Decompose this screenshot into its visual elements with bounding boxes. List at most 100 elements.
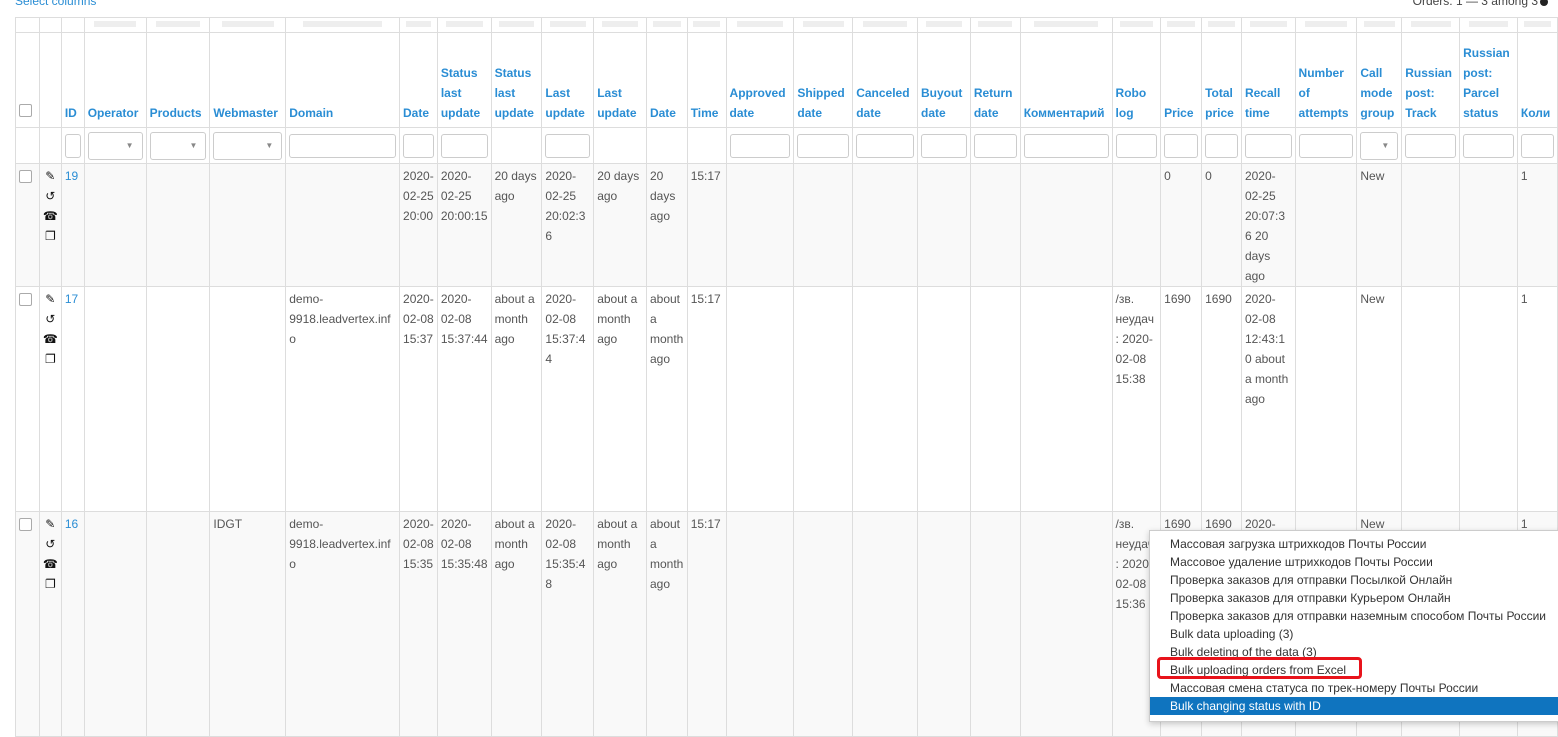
drag-handle-icon[interactable] bbox=[1410, 21, 1451, 27]
drag-handle-icon[interactable] bbox=[862, 21, 908, 27]
column-grip-return_date[interactable] bbox=[969, 17, 1021, 33]
drag-handle-icon[interactable] bbox=[601, 21, 639, 27]
filter-input-attempts[interactable] bbox=[1298, 133, 1354, 158]
column-header-buyout_date[interactable]: Buyout date bbox=[917, 32, 971, 128]
phone-icon[interactable]: ☎ bbox=[43, 206, 58, 226]
row-checkbox[interactable] bbox=[19, 518, 32, 531]
drag-handle-icon[interactable] bbox=[978, 21, 1013, 27]
column-grip-approved_date[interactable] bbox=[725, 17, 795, 33]
drag-handle-icon[interactable] bbox=[405, 21, 432, 27]
column-header-domain[interactable]: Domain bbox=[285, 32, 401, 128]
column-header-shipped_date[interactable]: Shipped date bbox=[793, 32, 854, 128]
menu-item[interactable]: Проверка заказов для отправки Посылкой О… bbox=[1150, 571, 1558, 589]
menu-item[interactable]: Массовая смена статуса по трек-номеру По… bbox=[1150, 679, 1558, 697]
column-header-rp_track[interactable]: Russian post: Track bbox=[1401, 32, 1461, 128]
column-grip-last_update_rel[interactable] bbox=[593, 17, 647, 33]
column-grip-canceled_date[interactable] bbox=[852, 17, 919, 33]
phone-icon[interactable]: ☎ bbox=[43, 554, 58, 574]
column-header-comment[interactable]: Комментарий bbox=[1019, 32, 1113, 128]
column-grip-price[interactable] bbox=[1160, 17, 1203, 33]
column-header-quantity[interactable]: Коли bbox=[1516, 32, 1558, 128]
filter-input-recall_time[interactable] bbox=[1244, 133, 1292, 158]
column-grip-products[interactable] bbox=[145, 17, 211, 33]
column-grip-attempts[interactable] bbox=[1294, 17, 1358, 33]
column-grip-domain[interactable] bbox=[285, 17, 401, 33]
filter-input-rp_parcel_status[interactable] bbox=[1463, 133, 1514, 158]
column-grip-status_last_update_rel[interactable] bbox=[490, 17, 543, 33]
drag-handle-icon[interactable] bbox=[550, 21, 586, 27]
column-header-canceled_date[interactable]: Canceled date bbox=[852, 32, 919, 128]
column-grip-rp_parcel_status[interactable] bbox=[1459, 17, 1518, 33]
column-grip-date[interactable] bbox=[399, 17, 438, 33]
drag-handle-icon[interactable] bbox=[221, 21, 274, 27]
filter-input-canceled_date[interactable] bbox=[856, 133, 915, 158]
column-grip-webmaster[interactable] bbox=[209, 17, 287, 33]
history-icon[interactable]: ↺ bbox=[45, 309, 55, 329]
menu-item[interactable]: Массовое удаление штрихкодов Почты Росси… bbox=[1150, 553, 1558, 571]
order-id-link[interactable]: 19 bbox=[65, 169, 78, 183]
phone-icon[interactable]: ☎ bbox=[43, 329, 58, 349]
column-grip-date_rel[interactable] bbox=[645, 17, 688, 33]
history-icon[interactable]: ↺ bbox=[45, 534, 55, 554]
menu-item[interactable]: Bulk uploading orders from Excel bbox=[1150, 661, 1558, 679]
pencil-icon[interactable]: ✎ bbox=[45, 289, 55, 309]
order-id-link[interactable]: 17 bbox=[65, 292, 78, 306]
column-header-date_rel[interactable]: Date bbox=[645, 32, 688, 128]
column-grip-comment[interactable] bbox=[1019, 17, 1113, 33]
copy-icon[interactable]: ❐ bbox=[45, 226, 56, 246]
pencil-icon[interactable]: ✎ bbox=[45, 514, 55, 534]
drag-handle-icon[interactable] bbox=[445, 21, 483, 27]
drag-handle-icon[interactable] bbox=[303, 21, 383, 27]
drag-handle-icon[interactable] bbox=[1119, 21, 1153, 27]
drag-handle-icon[interactable] bbox=[1523, 21, 1552, 27]
drag-handle-icon[interactable] bbox=[1034, 21, 1098, 27]
info-icon[interactable] bbox=[1540, 0, 1548, 6]
filter-input-status_last_update[interactable] bbox=[440, 133, 488, 158]
drag-handle-icon[interactable] bbox=[925, 21, 963, 27]
column-grip-robo_log[interactable] bbox=[1111, 17, 1162, 33]
filter-input-buyout_date[interactable] bbox=[921, 133, 967, 158]
filter-input-date[interactable] bbox=[403, 133, 434, 158]
menu-item[interactable]: Проверка заказов для отправки Курьером О… bbox=[1150, 589, 1558, 607]
menu-item[interactable]: Массовая загрузка штрихкодов Почты Росси… bbox=[1150, 535, 1558, 553]
filter-select-webmaster[interactable] bbox=[213, 131, 283, 160]
drag-handle-icon[interactable] bbox=[1363, 21, 1395, 27]
column-grip-shipped_date[interactable] bbox=[793, 17, 854, 33]
drag-handle-icon[interactable] bbox=[499, 21, 534, 27]
menu-item[interactable]: Bulk data uploading (3) bbox=[1150, 625, 1558, 643]
column-grip-rp_track[interactable] bbox=[1401, 17, 1461, 33]
drag-handle-icon[interactable] bbox=[1167, 21, 1196, 27]
copy-icon[interactable]: ❐ bbox=[45, 349, 56, 369]
column-grip-buyout_date[interactable] bbox=[917, 17, 971, 33]
column-grip-total_price[interactable] bbox=[1201, 17, 1242, 33]
drag-handle-icon[interactable] bbox=[1249, 21, 1287, 27]
column-grip-recall_time[interactable] bbox=[1240, 17, 1296, 33]
column-header-webmaster[interactable]: Webmaster bbox=[209, 32, 287, 128]
row-checkbox[interactable] bbox=[19, 170, 32, 183]
column-header-operator[interactable]: Operator bbox=[83, 32, 147, 128]
column-grip-call_mode_group[interactable] bbox=[1356, 17, 1403, 33]
column-header-products[interactable]: Products bbox=[145, 32, 211, 128]
column-header-return_date[interactable]: Return date bbox=[969, 32, 1021, 128]
filter-input-domain[interactable] bbox=[289, 133, 397, 158]
column-header-approved_date[interactable]: Approved date bbox=[725, 32, 795, 128]
column-header-status_last_update[interactable]: Status last update bbox=[436, 32, 492, 128]
column-header-attempts[interactable]: Number of attempts bbox=[1294, 32, 1358, 128]
column-grip-status_last_update[interactable] bbox=[436, 17, 492, 33]
column-grip-operator[interactable] bbox=[83, 17, 147, 33]
column-header-price[interactable]: Price bbox=[1160, 32, 1203, 128]
column-header-actions[interactable] bbox=[38, 32, 62, 128]
menu-item[interactable]: Проверка заказов для отправки наземным с… bbox=[1150, 607, 1558, 625]
filter-input-shipped_date[interactable] bbox=[797, 133, 850, 158]
row-checkbox[interactable] bbox=[19, 293, 32, 306]
filter-input-total_price[interactable] bbox=[1205, 133, 1238, 158]
column-header-recall_time[interactable]: Recall time bbox=[1240, 32, 1296, 128]
column-header-status_last_update_rel[interactable]: Status last update bbox=[490, 32, 543, 128]
filter-input-comment[interactable] bbox=[1023, 133, 1109, 158]
menu-item[interactable]: Bulk changing status with ID bbox=[1150, 697, 1558, 715]
column-header-robo_log[interactable]: Robo log bbox=[1111, 32, 1162, 128]
drag-handle-icon[interactable] bbox=[736, 21, 784, 27]
select-columns-link[interactable]: Select columns bbox=[15, 0, 96, 8]
drag-handle-icon[interactable] bbox=[93, 21, 137, 27]
filter-select-operator[interactable] bbox=[87, 131, 143, 160]
